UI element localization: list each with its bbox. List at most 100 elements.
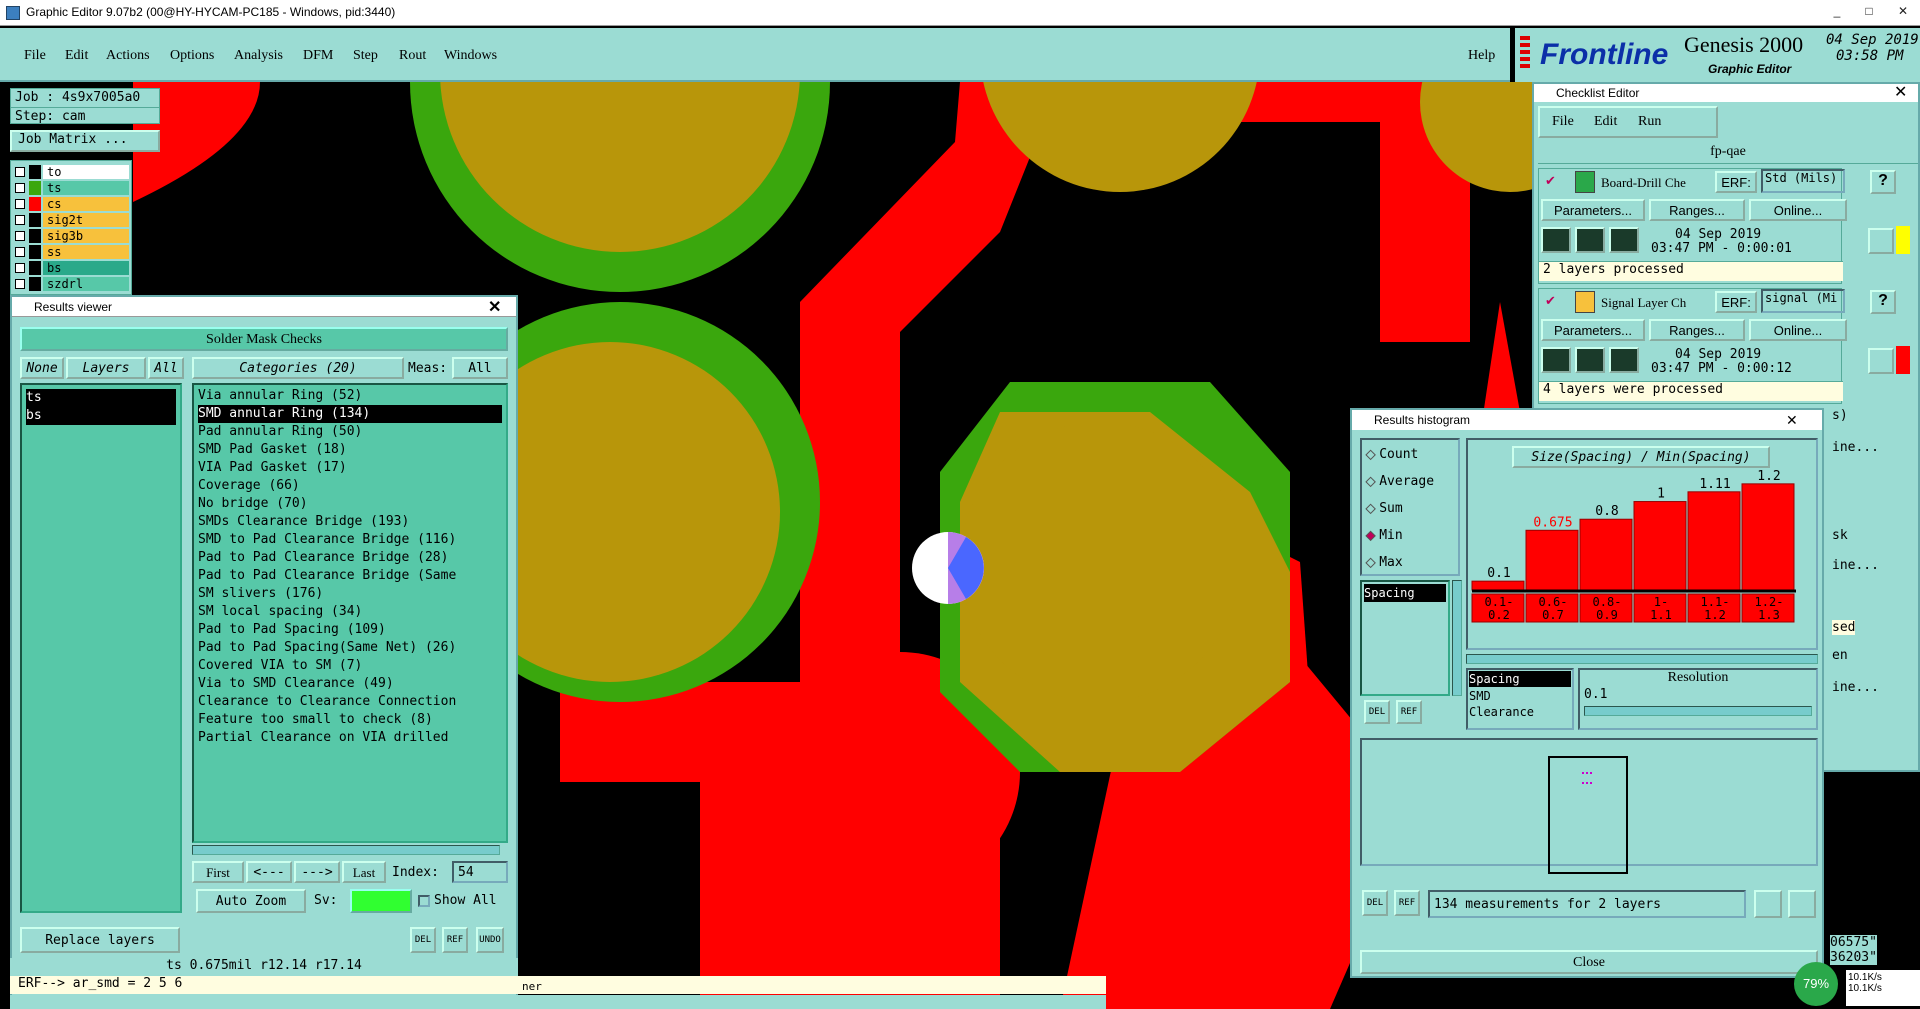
menu-options[interactable]: Options xyxy=(170,48,214,64)
category-item[interactable]: SM slivers (176) xyxy=(198,585,502,603)
layer-row[interactable]: sig3b xyxy=(13,229,129,244)
list-item[interactable]: bs xyxy=(26,407,176,425)
action-label[interactable]: Signal Layer Ch xyxy=(1601,295,1686,311)
network-gauge[interactable]: 79% xyxy=(1794,962,1838,1006)
category-item[interactable]: SMDs Clearance Bridge (193) xyxy=(198,513,502,531)
command-line[interactable]: ERF--> ar_smd = 2 5 6 xyxy=(10,976,1106,994)
list-item[interactable]: Spacing xyxy=(1469,671,1571,687)
list-item[interactable]: Spacing xyxy=(1364,584,1446,602)
close-icon[interactable]: ✕ xyxy=(1786,412,1798,429)
layer-name[interactable]: cs xyxy=(43,197,129,211)
layer-name[interactable]: ts xyxy=(43,181,129,195)
category-item[interactable]: Pad to Pad Clearance Bridge (28) xyxy=(198,549,502,567)
mode-radio[interactable]: ◆ Max xyxy=(1365,554,1402,574)
layer-row[interactable]: to xyxy=(13,165,129,180)
layer-row[interactable]: ts xyxy=(13,181,129,196)
resolution-slider[interactable] xyxy=(1584,706,1812,716)
histogram-close-button[interactable]: Close xyxy=(1360,950,1818,974)
checklist-menu-edit[interactable]: Edit xyxy=(1594,114,1617,130)
category-item[interactable]: Pad to Pad Spacing (109) xyxy=(198,621,502,639)
hist-ref-button-2[interactable]: REF xyxy=(1394,890,1420,916)
last-button[interactable]: Last xyxy=(342,861,386,883)
help-button[interactable]: ? xyxy=(1870,290,1896,314)
category-item[interactable]: Partial Clearance on VIA drilled xyxy=(198,729,502,747)
category-item[interactable]: SMD annular Ring (134) xyxy=(198,405,502,423)
hist-del-button-2[interactable]: DEL xyxy=(1362,890,1388,916)
checkbox-icon[interactable] xyxy=(15,167,25,177)
run-step-icon[interactable] xyxy=(1575,227,1605,253)
menu-rout[interactable]: Rout xyxy=(399,48,426,64)
replace-layers-dropdown[interactable]: Replace layers xyxy=(20,927,180,953)
menu-analysis[interactable]: Analysis xyxy=(234,48,283,64)
checkbox-icon[interactable] xyxy=(15,263,25,273)
next-button[interactable]: ---> xyxy=(294,861,340,883)
checkbox-icon[interactable] xyxy=(15,183,25,193)
category-item[interactable]: SM local spacing (34) xyxy=(198,603,502,621)
layer-row[interactable]: ss xyxy=(13,245,129,260)
erf-value[interactable]: signal (Mi xyxy=(1761,289,1845,313)
radio-icon[interactable]: ◆ xyxy=(1365,447,1375,462)
zoom-icon[interactable] xyxy=(1868,348,1894,374)
close-icon[interactable]: ✕ xyxy=(488,297,501,317)
ranges-button[interactable]: Ranges... xyxy=(1649,199,1745,221)
list-item[interactable]: SMD xyxy=(1469,688,1571,704)
menu-edit[interactable]: Edit xyxy=(65,48,88,64)
checkbox-icon[interactable] xyxy=(15,215,25,225)
checklist-menu-run[interactable]: Run xyxy=(1638,114,1661,130)
checkbox-icon[interactable] xyxy=(15,279,25,289)
checkbox-icon[interactable] xyxy=(15,247,25,257)
parameters-button[interactable]: Parameters... xyxy=(1541,199,1645,221)
category-item[interactable]: No bridge (70) xyxy=(198,495,502,513)
layer-name[interactable]: ss xyxy=(43,245,129,259)
preview-thumbnail[interactable] xyxy=(1548,756,1628,874)
graph-settings-icon[interactable] xyxy=(1788,890,1816,918)
histogram-bar[interactable] xyxy=(1741,483,1795,591)
vertical-scrollbar[interactable] xyxy=(1452,580,1462,696)
mode-radio[interactable]: ◆ Sum xyxy=(1365,500,1402,520)
sv-color-dropdown[interactable] xyxy=(350,889,412,913)
chart-scrollbar[interactable] xyxy=(1466,654,1818,664)
maximize-button[interactable]: □ xyxy=(1862,4,1876,18)
menu-actions[interactable]: Actions xyxy=(106,48,150,64)
online-button[interactable]: Online... xyxy=(1749,319,1847,341)
histogram-list[interactable]: Spacing xyxy=(1360,580,1450,696)
index-input[interactable]: 54 xyxy=(452,861,508,883)
menu-help[interactable]: Help xyxy=(1468,48,1495,64)
radio-icon[interactable]: ◆ xyxy=(1365,528,1375,543)
list-item[interactable]: Clearance xyxy=(1469,704,1571,720)
graph-icon[interactable] xyxy=(1754,890,1782,918)
category-item[interactable]: SMD Pad Gasket (18) xyxy=(198,441,502,459)
ref-button[interactable]: REF xyxy=(442,927,468,953)
checkbox-icon[interactable] xyxy=(15,199,25,209)
check-mark-icon[interactable]: ✔ xyxy=(1545,293,1556,309)
layer-name[interactable]: to xyxy=(43,165,129,179)
category-item[interactable]: Pad to Pad Spacing(Same Net) (26) xyxy=(198,639,502,657)
attribute-list[interactable]: Spacing SMD Clearance xyxy=(1466,668,1574,730)
zoom-icon[interactable] xyxy=(1868,228,1894,254)
radio-icon[interactable]: ◆ xyxy=(1365,501,1375,516)
close-icon[interactable]: ✕ xyxy=(1894,82,1907,102)
mode-radio[interactable]: ◆ Count xyxy=(1365,446,1418,466)
layer-name[interactable]: szdrl xyxy=(43,277,129,291)
histogram-bar[interactable] xyxy=(1687,491,1741,591)
layer-row[interactable]: szdrl xyxy=(13,277,129,292)
category-item[interactable]: Pad annular Ring (50) xyxy=(198,423,502,441)
categories-list[interactable]: Via annular Ring (52) SMD annular Ring (1… xyxy=(192,383,508,843)
category-item[interactable]: Via to SMD Clearance (49) xyxy=(198,675,502,693)
histogram-bar[interactable] xyxy=(1471,580,1525,591)
layer-name[interactable]: bs xyxy=(43,261,129,275)
ranges-button[interactable]: Ranges... xyxy=(1649,319,1745,341)
online-button[interactable]: Online... xyxy=(1749,199,1847,221)
run-stop-icon[interactable] xyxy=(1609,347,1639,373)
radio-icon[interactable]: ◆ xyxy=(1365,555,1375,570)
category-item[interactable]: Pad to Pad Clearance Bridge (Same xyxy=(198,567,502,585)
category-item[interactable]: Coverage (66) xyxy=(198,477,502,495)
show-all-checkbox[interactable] xyxy=(418,895,430,907)
menu-step[interactable]: Step xyxy=(353,48,378,64)
prev-button[interactable]: <--- xyxy=(246,861,292,883)
histogram-bar[interactable] xyxy=(1579,518,1633,591)
close-button[interactable]: ✕ xyxy=(1896,4,1910,18)
all-button[interactable]: All xyxy=(148,357,184,379)
histogram-bar[interactable] xyxy=(1633,501,1687,591)
meas-dropdown[interactable]: All xyxy=(452,357,508,379)
